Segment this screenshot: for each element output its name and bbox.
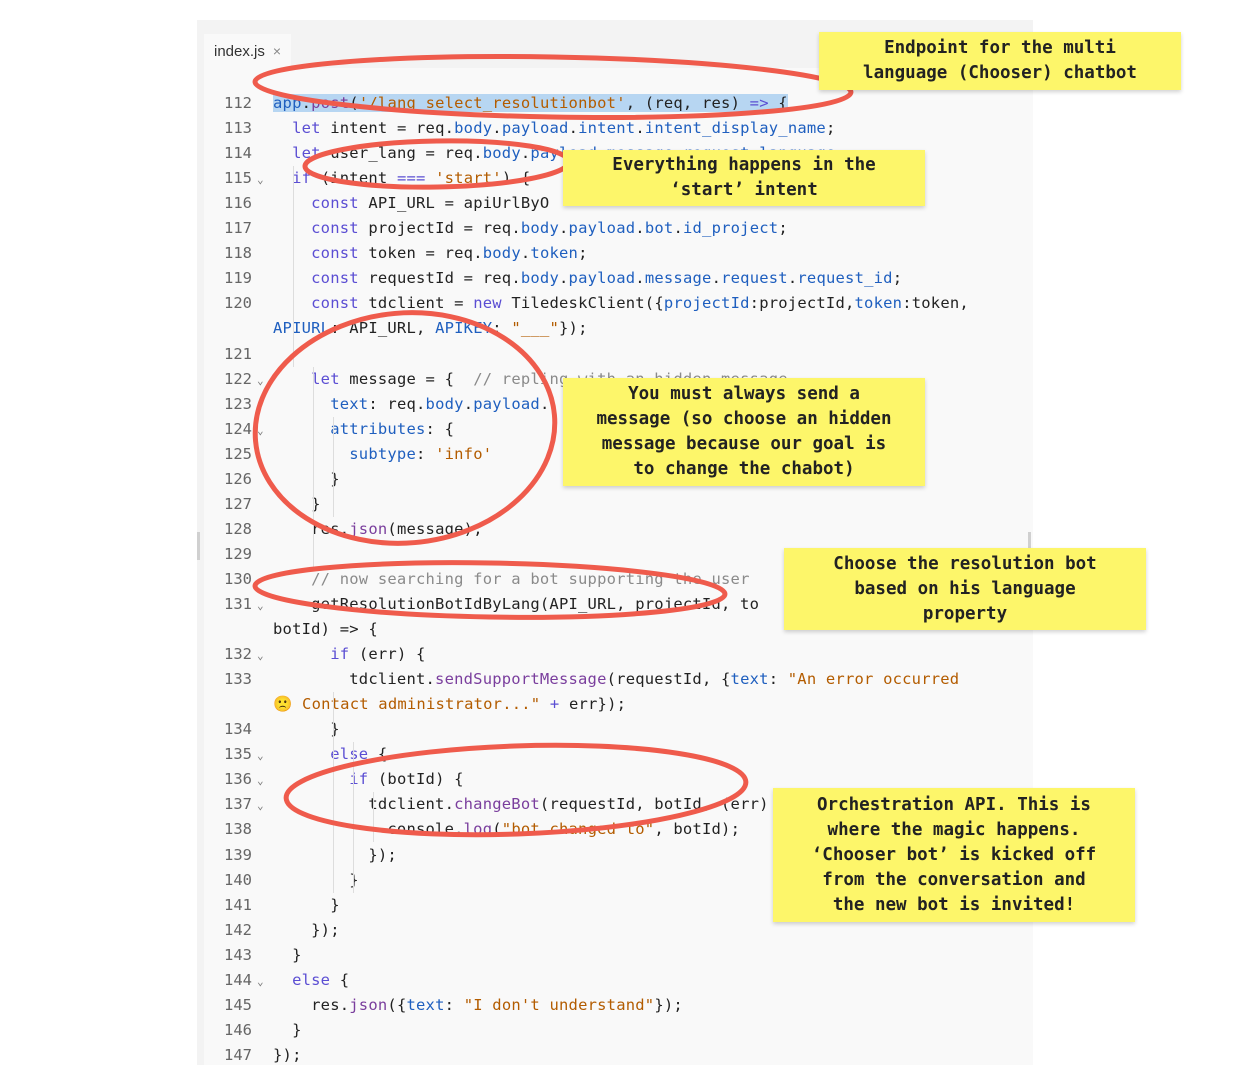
line-number: 134 [224,720,252,739]
tab-index-js[interactable]: index.js × [204,34,292,68]
line-number: 125 [224,444,252,463]
indent-guide [313,366,314,567]
indent-guide [353,742,354,893]
line-number: 128 [224,519,252,538]
line-number: 126 [224,469,252,488]
fold-chevron-icon[interactable]: ⌄ [257,367,267,392]
code-line[interactable]: botId) => { [273,617,378,642]
code-line[interactable]: tdclient.changeBot(requestId, botId, (er… [273,792,816,817]
code-line[interactable]: tdclient.sendSupportMessage(requestId, {… [273,667,959,692]
code-line[interactable]: if (intent === 'start') { [273,166,530,191]
line-number: 146 [224,1020,252,1039]
code-line[interactable]: console.log("bot changed to", botId); [273,817,740,842]
code-line[interactable]: const projectId = req.body.payload.bot.i… [273,216,788,241]
line-number: 140 [224,870,252,889]
callout-start-intent: Everything happens in the ‘start’ intent [563,150,925,206]
code-line[interactable]: attributes: { [273,417,454,442]
tab-filename: index.js [214,42,265,60]
code-line[interactable]: } [273,943,302,968]
fold-chevron-icon[interactable]: ⌄ [257,417,267,442]
line-number: 144 [224,970,252,989]
line-number: 122 [224,369,252,388]
line-number: 129 [224,544,252,563]
code-line[interactable]: } [273,893,340,918]
fold-chevron-icon[interactable]: ⌄ [257,792,267,817]
code-line[interactable]: res.json(message); [273,517,483,542]
code-line[interactable]: } [273,717,340,742]
code-line[interactable]: 🙁 Contact administrator..." + err}); [273,692,626,717]
line-number: 145 [224,995,252,1014]
line-number: 119 [224,269,252,288]
fold-chevron-icon[interactable]: ⌄ [257,642,267,667]
line-number: 137 [224,795,252,814]
code-line[interactable]: }); [273,1043,302,1065]
code-line[interactable]: res.json({text: "I don't understand"}); [273,993,683,1018]
code-line[interactable]: getResolutionBotIdByLang(API_URL, projec… [273,592,759,617]
line-number: 115 [224,169,252,188]
line-number: 131 [224,595,252,613]
line-number: 143 [224,945,252,964]
line-number: 135 [224,745,252,764]
line-number: 113 [224,119,252,138]
line-number: 127 [224,494,252,513]
code-line[interactable]: } [273,467,340,492]
line-number: 123 [224,394,252,413]
callout-orchestration: Orchestration API. This is where the mag… [773,788,1135,922]
callout-hidden-message: You must always send a message (so choos… [563,378,925,486]
line-number: 138 [224,820,252,839]
callout-resolution-bot: Choose the resolution bot based on his l… [784,548,1146,630]
fold-chevron-icon[interactable]: ⌄ [257,968,267,993]
code-line[interactable]: // now searching for a bot supporting th… [273,567,750,592]
code-line[interactable]: subtype: 'info' [273,442,492,467]
line-number: 116 [224,194,252,213]
code-line[interactable]: const requestId = req.body.payload.messa… [273,266,902,291]
code-line[interactable]: }); [273,843,397,868]
code-line[interactable]: app.post('/lang_select_resolutionbot', (… [273,91,788,116]
line-number: 142 [224,920,252,939]
line-number: 147 [224,1045,252,1064]
line-number: 114 [224,144,252,163]
fold-chevron-icon[interactable]: ⌄ [257,166,267,191]
code-line[interactable]: const tdclient = new TiledeskClient({pro… [273,291,969,316]
code-line[interactable]: text: req.body.payload. [273,392,550,417]
code-line[interactable]: if (err) { [273,642,426,667]
callout-endpoint: Endpoint for the multi language (Chooser… [819,32,1181,90]
line-number: 117 [224,219,252,238]
line-number: 130 [224,569,252,588]
line-number: 124 [224,419,252,438]
close-icon[interactable]: × [273,43,281,59]
line-number: 121 [224,344,252,363]
fold-chevron-icon[interactable]: ⌄ [257,592,267,617]
indent-guide [373,792,374,843]
indent-guide [333,416,334,517]
code-line[interactable]: let intent = req.body.payload.intent.int… [273,116,836,141]
line-number: 118 [224,244,252,263]
code-line[interactable]: const token = req.body.token; [273,241,588,266]
left-resize-handle[interactable] [197,532,200,560]
line-number: 120 [224,294,252,313]
code-line[interactable]: }); [273,918,340,943]
code-line[interactable]: } [273,1018,302,1043]
code-line[interactable]: else { [273,742,387,767]
fold-chevron-icon[interactable]: ⌄ [257,742,267,767]
line-number: 136 [224,770,252,789]
fold-chevron-icon[interactable]: ⌄ [257,767,267,792]
code-line[interactable]: } [273,868,359,893]
line-number: 133 [224,670,252,689]
line-number: 141 [224,895,252,914]
code-line[interactable]: if (botId) { [273,767,464,792]
code-line[interactable]: APIURL: API_URL, APIKEY: "___"}); [273,316,588,341]
code-line[interactable]: const API_URL = apiUrlByO [273,191,549,216]
line-number: 132 [224,645,252,664]
indent-guide [293,166,294,367]
line-number: 139 [224,845,252,864]
indent-guide [333,692,334,893]
line-number: 112 [224,94,252,112]
code-line[interactable]: else { [273,968,349,993]
